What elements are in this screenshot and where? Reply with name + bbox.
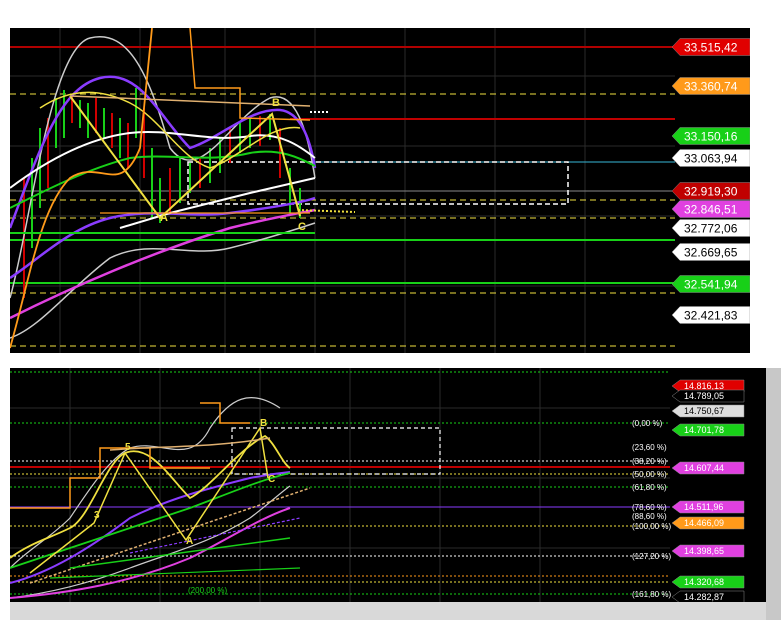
fib-level-label: (0,00 %) (632, 419, 663, 428)
left-fib-label: (200,00 %) (188, 586, 227, 595)
bottom-price-tag: 14.789,05 (671, 389, 745, 403)
fib-level-label: (88,60 %) (632, 512, 667, 521)
bottom-price-tag: 14.607,44 (671, 461, 745, 475)
fib-level-label: (78,60 %) (632, 503, 667, 512)
top-levels (10, 46, 675, 347)
top-price-tag-label: 33.150,16 (684, 129, 738, 143)
bottom-gray-strip (10, 602, 766, 620)
bottom-grid (10, 368, 670, 602)
bottom-chart-panel[interactable]: (0,00 %) (23,60 %) (38,20 %) (50,00 %) (61,8… (10, 368, 766, 602)
top-wave-label: A (160, 212, 168, 224)
top-wave-label: C (298, 221, 306, 233)
fib-level-label: (38,20 %) (632, 457, 667, 466)
bottom-price-tag-label: 14.511,96 (684, 502, 723, 512)
top-price-tag: 32.846,51 (671, 200, 750, 218)
top-zone-rect (187, 161, 569, 205)
top-price-tag-label: 32.772,06 (684, 221, 738, 235)
bottom-price-tag: 14.750,67 (671, 404, 745, 418)
top-price-tag-label: 32.846,51 (684, 202, 738, 216)
bottom-price-tag: 14.701,78 (671, 423, 745, 437)
top-price-tag-label: 32.421,83 (684, 308, 738, 322)
bottom-price-tag-label: 14.607,44 (684, 463, 724, 473)
top-price-tag: 33.063,94 (671, 149, 750, 167)
top-price-tag-label: 33.360,74 (684, 79, 738, 93)
top-price-tag-label: 32.669,65 (684, 245, 738, 259)
bottom-levels (10, 371, 670, 595)
bottom-price-tag-label: 14.466,09 (684, 518, 724, 528)
bottom-price-tag-label: 14.789,05 (684, 391, 724, 401)
top-wave-label: B (272, 97, 280, 109)
fib-level-label: (127,20 %) (632, 552, 671, 561)
bottom-price-tag: 14.511,96 (671, 500, 745, 514)
top-price-tag: 32.541,94 (671, 275, 750, 293)
top-price-tag: 33.150,16 (671, 127, 750, 145)
top-price-tag: 32.421,83 (671, 306, 750, 324)
bottom-chart-svg[interactable]: (0,00 %) (23,60 %) (38,20 %) (50,00 %) (61,8… (10, 368, 766, 602)
bottom-price-tag-label: 14.320,68 (684, 577, 724, 587)
top-price-tag-label: 33.515,42 (684, 40, 738, 54)
bottom-price-axis: 14.816,1314.789,05 14.750,67 14.701,78 14.6… (671, 379, 745, 602)
bottom-price-tag-label: 14.816,13 (684, 381, 724, 391)
bottom-wave-label: C (268, 474, 275, 485)
fib-level-label: (100,00 %) (632, 522, 671, 531)
bottom-price-tag: 14.466,09 (671, 516, 745, 530)
bottom-price-tag-label: 14.750,67 (684, 406, 724, 416)
bottom-price-tag: 14.320,68 (671, 575, 745, 589)
top-chart-svg[interactable]: B A C 33.515,42 33.360,74 33.150,16 33.063,94… (10, 28, 750, 353)
bottom-wave-label: 5 (125, 442, 131, 453)
fib-level-label: (61,80 %) (632, 483, 667, 492)
fib-level-label: (161,80 %) (632, 590, 671, 599)
bottom-fib-labels: (0,00 %) (23,60 %) (38,20 %) (50,00 %) (61,8… (632, 419, 671, 599)
bottom-price-tag: 14.398,65 (671, 544, 745, 558)
top-price-tag: 32.669,65 (671, 243, 750, 261)
top-price-axis: 33.515,42 33.360,74 33.150,16 33.063,94 32.9… (671, 38, 750, 324)
right-scroll-area[interactable] (766, 368, 781, 620)
bottom-price-tag-label: 14.398,65 (684, 546, 724, 556)
top-price-tag-label: 32.919,30 (684, 184, 738, 198)
bottom-wave-label: 3 (94, 510, 100, 521)
fib-level-label: (50,00 %) (632, 470, 667, 479)
top-price-tag: 32.919,30 (671, 182, 750, 200)
top-chart-panel[interactable]: B A C 33.515,42 33.360,74 33.150,16 33.063,94… (10, 28, 750, 353)
top-price-tag: 32.772,06 (671, 219, 750, 237)
top-price-tag-label: 33.063,94 (684, 151, 738, 165)
bottom-price-tag-label: 14.701,78 (684, 425, 724, 435)
fib-level-label: (23,60 %) (632, 443, 667, 452)
top-price-tag: 33.360,74 (671, 77, 750, 95)
bottom-price-tag-label: 14.282,87 (684, 592, 724, 602)
bottom-wave-label: A (186, 536, 193, 547)
top-price-tag: 33.515,42 (671, 38, 750, 56)
bottom-wave-label: B (260, 418, 267, 429)
bottom-price-tag: 14.282,87 (671, 590, 745, 602)
top-price-tag-label: 32.541,94 (684, 277, 738, 291)
